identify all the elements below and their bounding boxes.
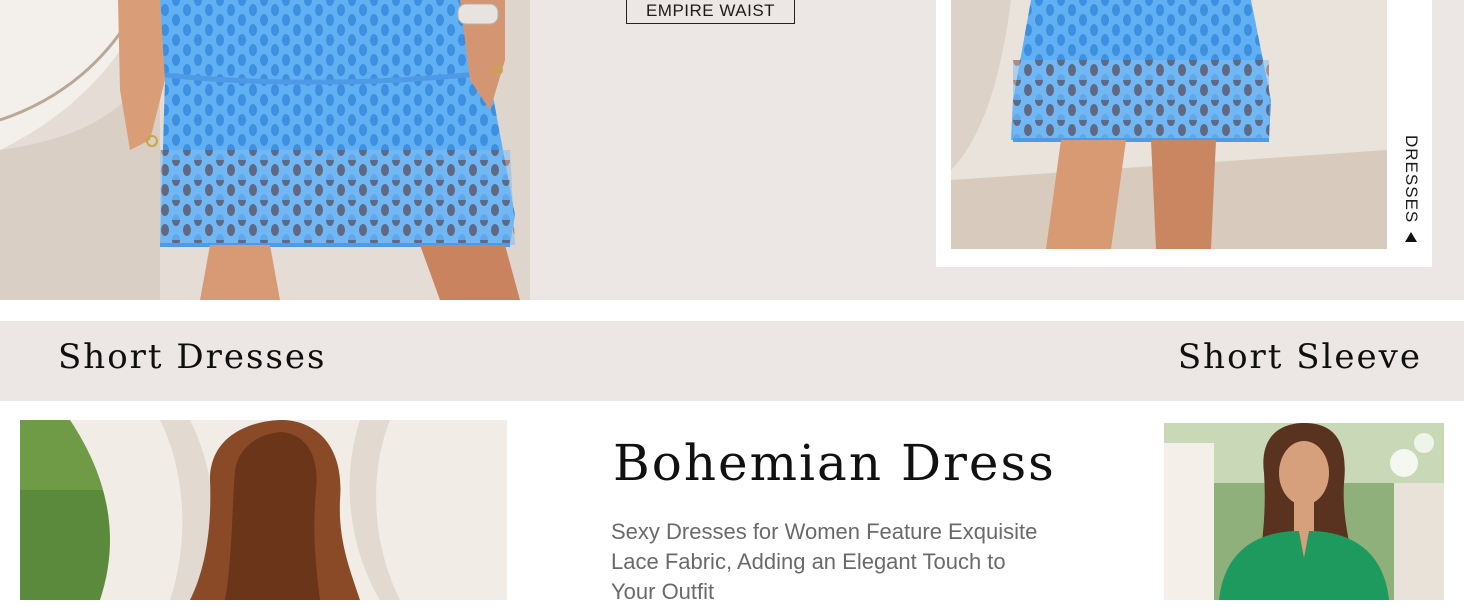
empire-waist-button[interactable]: EMPIRE WAIST [626,0,795,24]
short-dresses-heading[interactable]: Short Dresses [58,337,326,377]
short-sleeve-heading[interactable]: Short Sleeve [1178,337,1422,377]
green-dress-illustration [1164,423,1444,600]
category-strip: Short Dresses Short Sleeve [0,321,1464,401]
side-card: DRESSES [936,0,1432,267]
top-banner: EMPIRE WAIST DRESSES [0,0,1464,300]
hero-dress-photo[interactable] [0,0,530,300]
bohemian-dress-description: Sexy Dresses for Women Feature Exquisite… [611,519,1038,604]
card-photo-illustration [951,0,1387,249]
bohemian-dress-title: Bohemian Dress [613,434,1056,492]
triangle-up-icon[interactable] [1405,232,1417,242]
model-back-photo[interactable] [20,420,507,600]
dresses-side-label-text: DRESSES [1402,135,1421,224]
model-back-illustration [20,420,507,600]
green-dress-model-photo[interactable] [1164,423,1444,600]
card-dress-photo[interactable] [951,0,1387,249]
dresses-side-label[interactable]: DRESSES [1401,135,1421,224]
hero-photo-illustration [0,0,530,300]
